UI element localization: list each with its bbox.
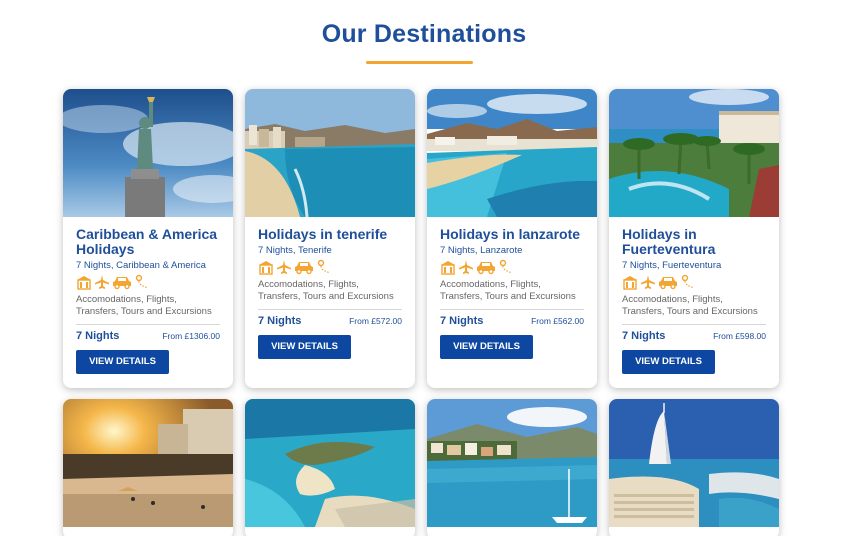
statue-of-liberty-image xyxy=(63,89,233,217)
card-features: Accomodations, Flights, Transfers, Tours… xyxy=(258,279,394,302)
destination-card[interactable]: Holidays in lanzarote 7 Nights, Lanzarot… xyxy=(427,89,597,388)
section-heading: Our Destinations xyxy=(321,20,527,48)
flight-icon xyxy=(94,274,110,295)
lanzarote-beach-image xyxy=(427,89,597,217)
tour-map-icon xyxy=(498,259,514,280)
divider xyxy=(76,324,220,325)
destination-card[interactable]: Holidays in Fuerteventura 7 Nights, Fuer… xyxy=(609,89,779,388)
destination-card[interactable] xyxy=(609,399,779,536)
card-title[interactable]: Holidays in lanzarote xyxy=(440,227,584,242)
view-details-button[interactable]: VIEW DETAILS xyxy=(622,350,715,374)
destinations-section: Our Destinations Caribbean & America Hol… xyxy=(0,0,848,536)
hotel-icon xyxy=(622,274,638,295)
nights-label: 7 Nights xyxy=(76,330,120,342)
price-label: From £1306.00 xyxy=(162,331,220,341)
destination-card[interactable] xyxy=(427,399,597,536)
flight-icon xyxy=(276,259,292,280)
view-details-button[interactable]: VIEW DETAILS xyxy=(258,335,351,359)
flight-icon xyxy=(458,259,474,280)
turquoise-island-image xyxy=(245,399,415,527)
divider xyxy=(258,309,402,310)
divider xyxy=(440,309,584,310)
hotel-icon xyxy=(440,259,456,280)
harbour-village-image xyxy=(427,399,597,527)
view-details-button[interactable]: VIEW DETAILS xyxy=(440,335,533,359)
card-subtitle: 7 Nights, Lanzarote xyxy=(440,245,523,256)
fuerteventura-resort-image xyxy=(609,89,779,217)
divider xyxy=(622,324,766,325)
destination-card[interactable]: Caribbean & America Holidays 7 Nights, C… xyxy=(63,89,233,388)
nights-label: 7 Nights xyxy=(622,330,666,342)
car-icon xyxy=(476,259,496,280)
tour-map-icon xyxy=(316,259,332,280)
tenerife-beach-image xyxy=(245,89,415,217)
destination-card[interactable] xyxy=(245,399,415,536)
car-icon xyxy=(658,274,678,295)
hotel-icon xyxy=(76,274,92,295)
car-icon xyxy=(294,259,314,280)
card-title[interactable]: Caribbean & America Holidays xyxy=(76,227,220,257)
card-title[interactable]: Holidays in tenerife xyxy=(258,227,402,242)
feature-icons xyxy=(622,274,766,295)
card-features: Accomodations, Flights, Transfers, Tours… xyxy=(622,294,758,317)
nights-label: 7 Nights xyxy=(258,315,302,327)
feature-icons xyxy=(258,259,402,280)
destination-card[interactable] xyxy=(63,399,233,536)
feature-icons xyxy=(440,259,584,280)
tour-map-icon xyxy=(134,274,150,295)
hotel-icon xyxy=(258,259,274,280)
feature-icons xyxy=(76,274,220,295)
card-title[interactable]: Holidays in Fuerteventura xyxy=(622,227,766,257)
price-label: From £598.00 xyxy=(713,331,766,341)
nights-label: 7 Nights xyxy=(440,315,484,327)
price-label: From £572.00 xyxy=(349,316,402,326)
car-icon xyxy=(112,274,132,295)
flight-icon xyxy=(640,274,656,295)
price-label: From £562.00 xyxy=(531,316,584,326)
heading-underline xyxy=(366,61,473,64)
destination-card[interactable]: Holidays in tenerife 7 Nights, Tenerife … xyxy=(245,89,415,388)
card-subtitle: 7 Nights, Fuerteventura xyxy=(622,260,722,271)
tour-map-icon xyxy=(680,274,696,295)
dubai-burj-al-arab-image xyxy=(609,399,779,527)
card-features: Accomodations, Flights, Transfers, Tours… xyxy=(76,294,212,317)
card-features: Accomodations, Flights, Transfers, Tours… xyxy=(440,279,576,302)
view-details-button[interactable]: VIEW DETAILS xyxy=(76,350,169,374)
card-subtitle: 7 Nights, Tenerife xyxy=(258,245,332,256)
card-subtitle: 7 Nights, Caribbean & America xyxy=(76,260,206,271)
destinations-grid: Caribbean & America Holidays 7 Nights, C… xyxy=(63,89,779,536)
sunset-beach-image xyxy=(63,399,233,527)
